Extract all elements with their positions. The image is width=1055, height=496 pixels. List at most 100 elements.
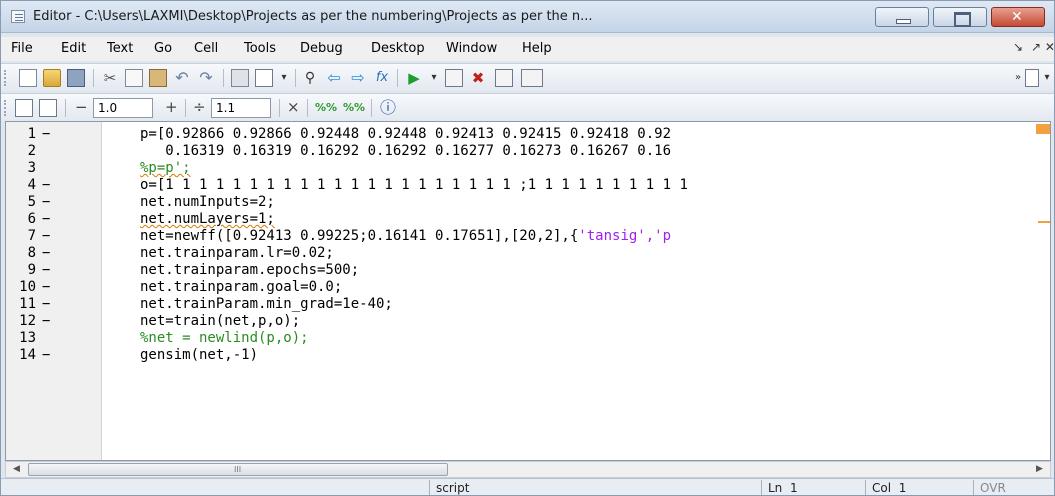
breakpoint-dash[interactable]: − bbox=[42, 228, 50, 245]
comment-add-icon[interactable]: %% bbox=[315, 99, 337, 117]
clear-breakpoints-icon[interactable]: ✖ bbox=[469, 69, 487, 87]
code-segment: %net = newlind(p,o); bbox=[140, 330, 309, 346]
breakpoint-dash[interactable]: − bbox=[42, 245, 50, 262]
step-icon[interactable] bbox=[495, 69, 513, 87]
code-line[interactable]: 4− o=[1 1 1 1 1 1 1 1 1 1 1 1 1 1 1 1 1 1… bbox=[6, 177, 1050, 194]
evaluate-cell-icon[interactable] bbox=[39, 99, 57, 117]
line-number: 12 bbox=[19, 313, 36, 329]
comment-remove-icon[interactable]: %% bbox=[343, 99, 365, 117]
increment-icon[interactable]: + bbox=[165, 98, 178, 116]
dock-layout-icon[interactable] bbox=[1025, 69, 1039, 87]
info-icon[interactable]: ⓘ bbox=[379, 99, 397, 117]
maximize-button[interactable] bbox=[933, 7, 987, 27]
code-line[interactable]: 13 %net = newlind(p,o); bbox=[6, 330, 1050, 347]
dock-close-icon[interactable]: ↗ ✕ bbox=[1031, 40, 1054, 54]
code-text: gensim(net,-1) bbox=[140, 347, 258, 364]
warning-marker[interactable] bbox=[1038, 221, 1050, 223]
set-breakpoint-icon[interactable] bbox=[445, 69, 463, 87]
code-line[interactable]: 12− net=train(net,p,o); bbox=[6, 313, 1050, 330]
code-line[interactable]: 8− net.trainparam.lr=0.02; bbox=[6, 245, 1050, 262]
paste-icon[interactable] bbox=[149, 69, 167, 87]
thumb-grip: III bbox=[234, 465, 242, 474]
show-cells-icon[interactable] bbox=[255, 69, 273, 87]
menu-text[interactable]: Text bbox=[107, 41, 133, 56]
code-segment: net.trainparam.goal=0.0; bbox=[140, 279, 343, 295]
stack-dropdown[interactable] bbox=[521, 69, 543, 87]
undock-icon[interactable]: ↘ bbox=[1013, 40, 1023, 54]
new-file-icon[interactable] bbox=[19, 69, 37, 87]
line-number: 10 bbox=[19, 279, 36, 295]
code-line[interactable]: 10− net.trainparam.goal=0.0; bbox=[6, 279, 1050, 296]
breakpoint-dash[interactable]: − bbox=[42, 126, 50, 143]
copy-icon[interactable] bbox=[125, 69, 143, 87]
breakpoint-dash[interactable]: − bbox=[42, 194, 50, 211]
divide-icon[interactable]: ÷ bbox=[193, 98, 206, 116]
breakpoint-dash[interactable]: − bbox=[42, 347, 50, 364]
code-segment: o=[1 1 1 1 1 1 1 1 1 1 1 1 1 1 1 1 1 1 1… bbox=[140, 177, 688, 193]
menu-window[interactable]: Window bbox=[446, 41, 497, 56]
col-label: Col bbox=[872, 481, 892, 495]
menu-desktop[interactable]: Desktop bbox=[371, 41, 425, 56]
find-binoculars-icon[interactable]: ⚲ bbox=[301, 69, 319, 87]
run-icon[interactable]: ▶ bbox=[405, 69, 423, 87]
print-icon[interactable] bbox=[231, 69, 249, 87]
decrement-icon[interactable]: − bbox=[75, 98, 88, 116]
toolbar-separator bbox=[223, 69, 224, 87]
redo-icon[interactable]: ↷ bbox=[197, 69, 215, 87]
code-line[interactable]: 11− net.trainParam.min_grad=1e-40; bbox=[6, 296, 1050, 313]
code-line[interactable]: 1− p=[0.92866 0.92866 0.92448 0.92448 0.9… bbox=[6, 126, 1050, 143]
multiply-icon[interactable]: × bbox=[287, 98, 300, 116]
breakpoint-dash[interactable]: − bbox=[42, 211, 50, 228]
code-line[interactable]: 3 %p=p'; bbox=[6, 160, 1050, 177]
forward-arrow-icon[interactable]: ⇨ bbox=[349, 69, 367, 87]
breakpoint-dash[interactable]: − bbox=[42, 177, 50, 194]
ln-value: 1 bbox=[789, 481, 798, 495]
code-line[interactable]: 2 0.16319 0.16319 0.16292 0.16292 0.1627… bbox=[6, 143, 1050, 160]
code-text: net.trainparam.lr=0.02; bbox=[140, 245, 334, 262]
function-browser-icon[interactable]: fx bbox=[373, 69, 391, 87]
code-text: net.numInputs=2; bbox=[140, 194, 275, 211]
scroll-right-icon[interactable]: ▶ bbox=[1031, 462, 1048, 477]
menu-debug[interactable]: Debug bbox=[300, 41, 343, 56]
close-button[interactable] bbox=[991, 7, 1045, 27]
code-line[interactable]: 9− net.trainparam.epochs=500; bbox=[6, 262, 1050, 279]
code-line[interactable]: 7− net=newff([0.92413 0.99225;0.16141 0.1… bbox=[6, 228, 1050, 245]
code-segment: net.trainparam.epochs=500; bbox=[140, 262, 360, 278]
breakpoint-dash[interactable]: − bbox=[42, 279, 50, 296]
menu-help[interactable]: Help bbox=[522, 41, 552, 56]
window-title: Editor - C:\Users\LAXMI\Desktop\Projects… bbox=[33, 9, 593, 24]
chevron-down-icon[interactable]: ▾ bbox=[1041, 69, 1053, 87]
minimize-button[interactable] bbox=[875, 7, 929, 27]
save-icon[interactable] bbox=[67, 69, 85, 87]
breakpoint-dash[interactable]: − bbox=[42, 296, 50, 313]
menu-go[interactable]: Go bbox=[154, 41, 172, 56]
warning-indicator[interactable] bbox=[1036, 124, 1050, 134]
status-mode: script bbox=[429, 480, 761, 495]
scrollbar-thumb[interactable]: III bbox=[28, 463, 448, 476]
code-line[interactable]: 6− net.numLayers=1; bbox=[6, 211, 1050, 228]
code-editor[interactable]: 1− p=[0.92866 0.92866 0.92448 0.92448 0.9… bbox=[5, 121, 1051, 461]
insert-cell-icon[interactable] bbox=[15, 99, 33, 117]
code-string: 'tansig','p bbox=[578, 228, 672, 244]
horizontal-scrollbar[interactable]: ◀ III ▶ bbox=[5, 461, 1051, 478]
chevron-down-icon[interactable]: ▾ bbox=[275, 69, 293, 87]
breakpoint-dash[interactable]: − bbox=[42, 262, 50, 279]
cell-value-field-1[interactable]: 1.0 bbox=[93, 98, 153, 118]
menu-file[interactable]: File bbox=[11, 41, 33, 56]
back-arrow-icon[interactable]: ⇦ bbox=[325, 69, 343, 87]
line-number: 9 bbox=[27, 262, 36, 278]
cut-icon[interactable]: ✂ bbox=[101, 69, 119, 87]
scroll-left-icon[interactable]: ◀ bbox=[8, 462, 25, 477]
cell-value-field-2[interactable]: 1.1 bbox=[211, 98, 271, 118]
undo-icon[interactable]: ↶ bbox=[173, 69, 191, 87]
chevron-down-icon[interactable]: ▾ bbox=[425, 69, 443, 87]
menu-tools[interactable]: Tools bbox=[244, 41, 276, 56]
menu-edit[interactable]: Edit bbox=[61, 41, 86, 56]
code-line[interactable]: 5− net.numInputs=2; bbox=[6, 194, 1050, 211]
menu-cell[interactable]: Cell bbox=[194, 41, 218, 56]
open-folder-icon[interactable] bbox=[43, 69, 61, 87]
line-number: 1 bbox=[27, 126, 36, 142]
line-number: 6 bbox=[27, 211, 36, 227]
code-line[interactable]: 14− gensim(net,-1) bbox=[6, 347, 1050, 364]
breakpoint-dash[interactable]: − bbox=[42, 313, 50, 330]
